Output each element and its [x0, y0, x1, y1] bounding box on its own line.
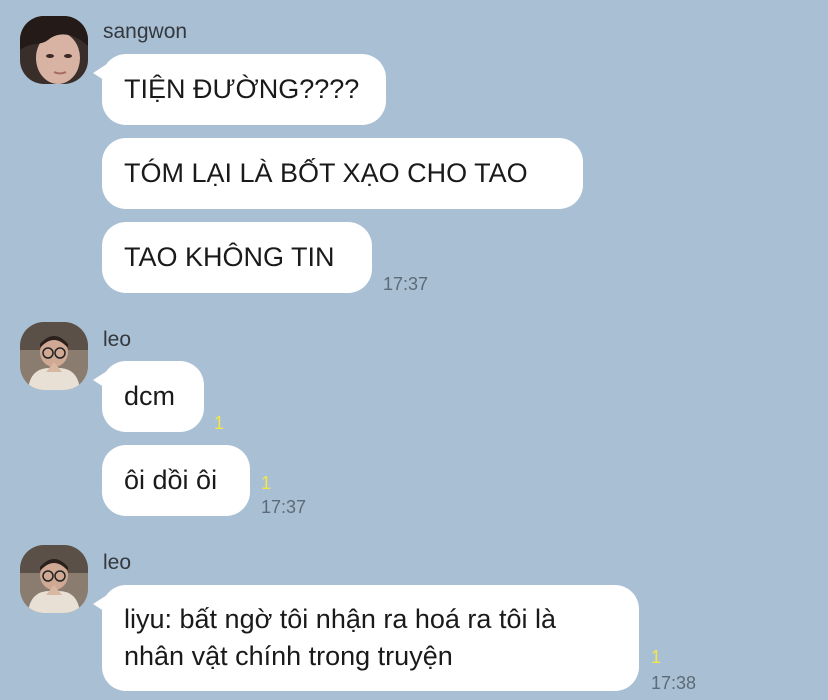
avatar-sangwon-image: [20, 16, 88, 84]
sender-name: leo: [103, 328, 132, 351]
avatar-leo[interactable]: [20, 545, 88, 613]
message-timestamp: 17:37: [261, 497, 307, 517]
message-bubble[interactable]: liyu: bất ngờ tôi nhận ra hoá ra tôi là …: [93, 585, 639, 691]
sender-name: sangwon: [103, 20, 188, 43]
read-count: 1: [214, 413, 225, 433]
avatar-leo[interactable]: [20, 322, 88, 390]
read-count: 1: [261, 473, 272, 493]
message-bubble[interactable]: TIỆN ĐƯỜNG????: [93, 54, 386, 125]
message-bubble[interactable]: dcm: [93, 361, 204, 432]
message-bubble[interactable]: ôi dồi ôi: [102, 445, 250, 516]
avatar-leo-image: [20, 545, 88, 613]
avatar-leo-image: [20, 322, 88, 390]
avatar-sangwon[interactable]: [20, 16, 88, 84]
message-timestamp: 17:38: [651, 673, 697, 693]
message-bubble[interactable]: TÓM LẠI LÀ BỐT XẠO CHO TAO: [102, 138, 583, 209]
message-bubble[interactable]: TAO KHÔNG TIN: [102, 222, 372, 293]
read-count: 1: [651, 647, 662, 667]
message-timestamp: 17:37: [383, 274, 429, 294]
sender-name: leo: [103, 551, 132, 574]
